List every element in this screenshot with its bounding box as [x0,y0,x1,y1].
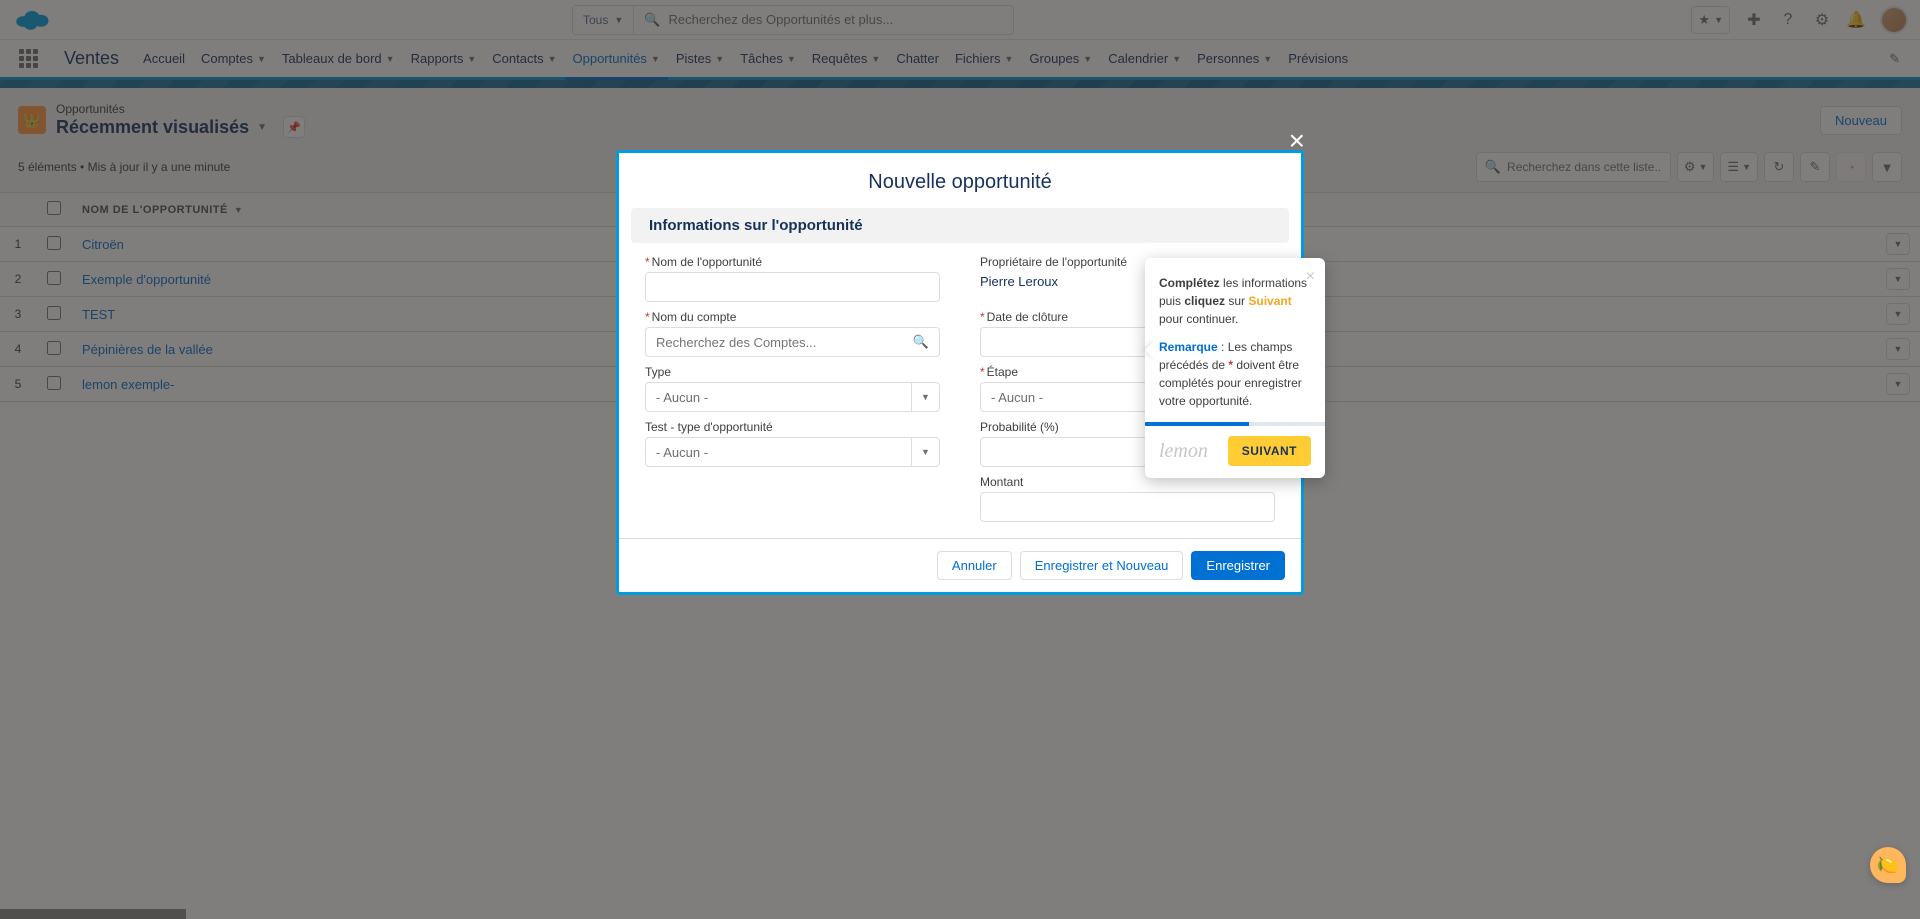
field-opportunity-name: *Nom de l'opportunité [645,255,940,302]
cancel-button[interactable]: Annuler [937,551,1012,580]
tooltip-close-button[interactable]: × [1306,268,1315,286]
field-test-type: Test - type d'opportunité - Aucun - ▼ [645,420,940,467]
modal-close-button[interactable]: × [1289,125,1305,157]
save-button[interactable]: Enregistrer [1191,551,1285,580]
lemon-logo: lemon [1159,440,1208,463]
type-select[interactable]: - Aucun - ▼ [645,382,940,412]
field-type: Type - Aucun - ▼ [645,365,940,412]
account-lookup[interactable]: 🔍 [645,327,940,357]
caret-down-icon: ▼ [911,383,939,411]
modal-title: Nouvelle opportunité [619,153,1301,208]
tooltip-next-button[interactable]: SUIVANT [1228,436,1311,466]
tooltip-progress [1145,422,1325,426]
field-account: *Nom du compte 🔍 [645,310,940,357]
section-header: Informations sur l'opportunité [631,208,1289,243]
save-and-new-button[interactable]: Enregistrer et Nouveau [1020,551,1184,580]
amount-input[interactable] [991,500,1264,515]
test-type-select[interactable]: - Aucun - ▼ [645,437,940,467]
account-lookup-input[interactable] [656,335,913,350]
help-bubble-button[interactable]: 🍋 [1870,847,1906,883]
opportunity-name-input[interactable] [656,280,929,295]
search-icon: 🔍 [913,334,929,350]
field-amount: Montant [980,475,1275,522]
guidance-tooltip: × Complétez les informations puis clique… [1145,258,1325,478]
caret-down-icon: ▼ [911,438,939,466]
tooltip-body: Complétez les informations puis cliquez … [1159,274,1311,410]
